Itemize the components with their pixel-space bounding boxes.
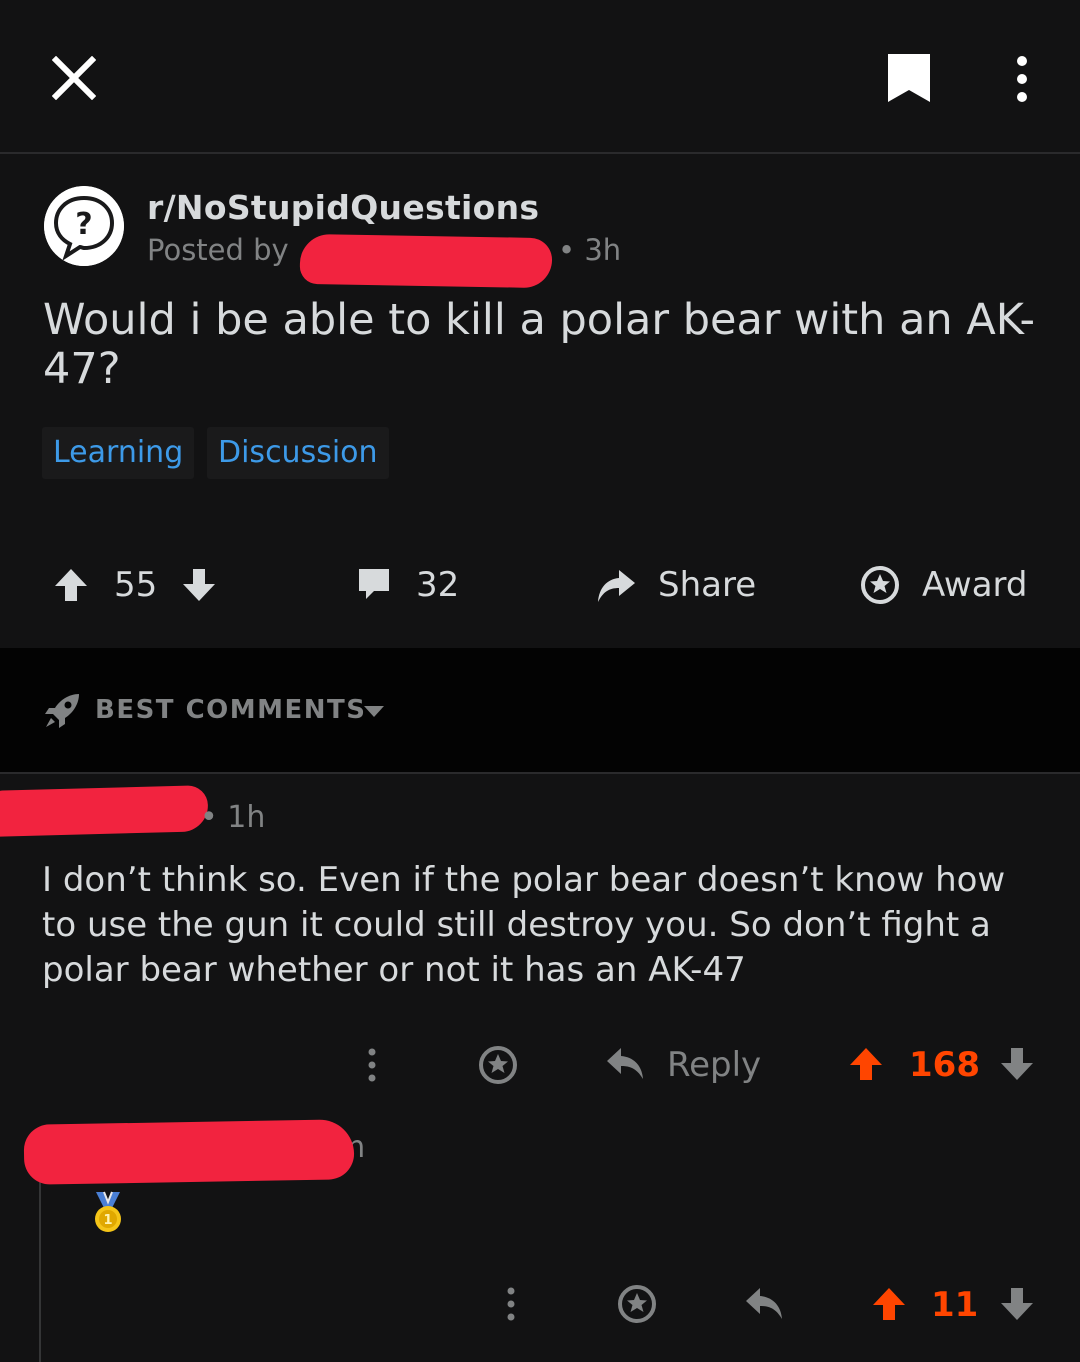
posted-by-label: Posted by <box>147 233 289 267</box>
more-options-icon[interactable] <box>1012 56 1032 102</box>
chevron-down-icon[interactable] <box>362 703 386 719</box>
flair-discussion[interactable]: Discussion <box>207 427 389 479</box>
downvote-icon[interactable] <box>182 568 216 602</box>
gold-medal-icon: 1 <box>95 1191 121 1232</box>
comment-body: I don’t think so. Even if the polar bear… <box>42 860 1006 990</box>
share-button[interactable]: Share <box>658 565 756 605</box>
redacted-reply-author <box>23 1119 355 1185</box>
post-age: • 3h <box>558 233 622 267</box>
post-title: Would i be able to kill a polar bear wit… <box>43 295 1035 394</box>
svg-text:?: ? <box>75 207 92 242</box>
reply-more-icon[interactable] <box>501 1287 521 1321</box>
award-button[interactable]: Award <box>922 565 1028 605</box>
rocket-icon <box>45 694 79 728</box>
subreddit-name[interactable]: r/NoStupidQuestions <box>147 188 539 227</box>
redacted-username <box>299 233 553 289</box>
close-icon[interactable] <box>52 56 96 100</box>
svg-text:1: 1 <box>103 1213 112 1228</box>
comment-downvote-icon[interactable] <box>1000 1047 1034 1081</box>
flair-learning[interactable]: Learning <box>42 427 195 479</box>
reply-downvote-icon[interactable] <box>1000 1287 1034 1321</box>
upvote-icon[interactable] <box>54 568 88 602</box>
bookmark-icon[interactable] <box>886 52 932 104</box>
reply-score: 11 <box>931 1285 979 1325</box>
comment-count[interactable]: 32 <box>416 565 459 605</box>
comment-more-icon[interactable] <box>362 1048 382 1082</box>
share-icon[interactable] <box>595 564 637 606</box>
comment-age: • 1h <box>200 800 266 835</box>
reply-icon[interactable] <box>605 1046 645 1082</box>
comment-upvote-icon[interactable] <box>849 1047 883 1081</box>
sort-dropdown-label[interactable]: BEST COMMENTS <box>95 695 367 725</box>
reply-button[interactable]: Reply <box>667 1045 761 1085</box>
redacted-comment-author <box>0 785 209 837</box>
subreddit-avatar-icon[interactable]: ? <box>44 186 124 266</box>
award-icon[interactable] <box>860 565 900 605</box>
comment-score: 168 <box>909 1045 980 1085</box>
reply-award-icon[interactable] <box>617 1284 657 1324</box>
reply-reply-icon[interactable] <box>744 1286 784 1322</box>
comment-icon[interactable] <box>356 566 392 602</box>
post-score: 55 <box>114 565 158 605</box>
reply-upvote-icon[interactable] <box>872 1287 906 1321</box>
comment-award-icon[interactable] <box>478 1045 518 1085</box>
